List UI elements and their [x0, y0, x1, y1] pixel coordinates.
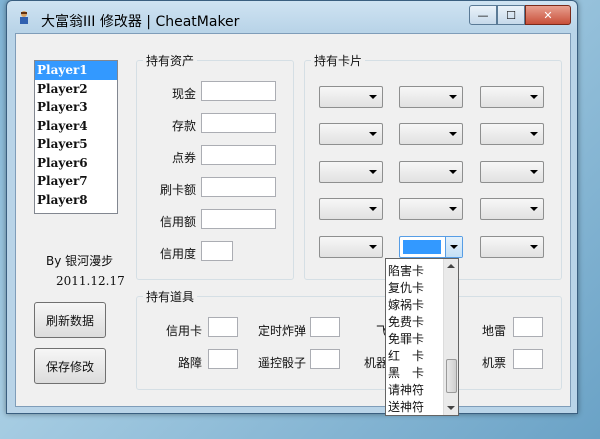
dropdown-arrow-icon	[450, 245, 458, 249]
card-combo-open[interactable]	[399, 236, 463, 258]
release-date: 2011.12.17	[56, 274, 125, 288]
window-title: 大富翁III 修改器 | CheatMaker	[41, 14, 240, 30]
dropdown-option[interactable]: 复仇卡	[388, 279, 424, 296]
time-bomb-input[interactable]	[310, 317, 340, 337]
dropdown-option[interactable]: 请神符	[388, 381, 424, 398]
card-combo[interactable]	[480, 123, 544, 145]
credit-card-label: 信用卡	[165, 324, 202, 338]
player-list[interactable]: Player1 Player2 Player3 Player4 Player5 …	[34, 60, 118, 214]
dropdown-arrow-icon	[449, 95, 457, 99]
card-combo[interactable]	[399, 198, 463, 220]
dropdown-arrow-icon	[369, 207, 377, 211]
card-combo[interactable]	[480, 86, 544, 108]
plane-ticket-input[interactable]	[513, 349, 543, 369]
plane-ticket-label: 机票	[481, 356, 506, 370]
card-spend-label: 刷卡额	[159, 183, 196, 197]
card-dropdown-list[interactable]: 陷害卡 复仇卡 嫁祸卡 免费卡 免罪卡 红 卡 黑 卡 请神符 送神符	[385, 258, 459, 416]
card-combo[interactable]	[399, 161, 463, 183]
landmine-input[interactable]	[513, 317, 543, 337]
dropdown-option[interactable]: 黑 卡	[388, 364, 424, 381]
minimize-button[interactable]: —	[469, 5, 497, 25]
player-item[interactable]: Player8	[35, 191, 117, 210]
credit-limit-label: 信用额	[159, 215, 196, 229]
remote-dice-input[interactable]	[310, 349, 340, 369]
dropdown-option[interactable]: 免罪卡	[388, 330, 424, 347]
main-window: 大富翁III 修改器 | CheatMaker — ☐ ✕ Player1 Pl…	[6, 0, 578, 414]
dropdown-arrow-icon	[369, 132, 377, 136]
deposit-input[interactable]	[201, 113, 276, 133]
roadblock-label: 路障	[177, 356, 202, 370]
cards-group-title: 持有卡片	[311, 52, 366, 69]
roadblock-input[interactable]	[208, 349, 238, 369]
time-bomb-label: 定时炸弹	[257, 324, 306, 338]
dropdown-arrow-icon	[530, 245, 538, 249]
player-item[interactable]: Player1	[35, 61, 117, 80]
dropdown-arrow-icon	[530, 207, 538, 211]
card-combo[interactable]	[319, 86, 383, 108]
credit-limit-input[interactable]	[201, 209, 276, 229]
dropdown-arrow-icon	[369, 170, 377, 174]
client-area: Player1 Player2 Player3 Player4 Player5 …	[15, 33, 571, 407]
close-button[interactable]: ✕	[525, 5, 571, 25]
save-button[interactable]: 保存修改	[34, 348, 106, 384]
card-combo[interactable]	[319, 236, 383, 258]
card-combo[interactable]	[319, 161, 383, 183]
player-item[interactable]: Player2	[35, 80, 117, 99]
title-bar[interactable]: 大富翁III 修改器 | CheatMaker — ☐ ✕	[7, 1, 577, 33]
card-combo[interactable]	[319, 198, 383, 220]
player-item[interactable]: Player6	[35, 154, 117, 173]
dropdown-option[interactable]: 免费卡	[388, 313, 424, 330]
player-item[interactable]: Player4	[35, 117, 117, 136]
dropdown-arrow-icon	[369, 95, 377, 99]
card-combo[interactable]	[480, 198, 544, 220]
dropdown-arrow-icon	[449, 170, 457, 174]
dropdown-arrow-icon	[369, 245, 377, 249]
dropdown-arrow-icon	[530, 170, 538, 174]
dropdown-arrow-icon	[530, 132, 538, 136]
credit-rating-input[interactable]	[201, 241, 233, 261]
cash-label: 现金	[171, 87, 196, 101]
dropdown-arrow-icon	[449, 132, 457, 136]
points-label: 点券	[171, 151, 196, 165]
scroll-down-icon[interactable]	[447, 406, 455, 410]
card-combo[interactable]	[319, 123, 383, 145]
app-icon	[20, 11, 28, 24]
items-group-title: 持有道具	[143, 288, 198, 305]
remote-dice-label: 遥控骰子	[257, 356, 306, 370]
card-combo[interactable]	[399, 86, 463, 108]
dropdown-arrow-icon	[530, 95, 538, 99]
refresh-button[interactable]: 刷新数据	[34, 302, 106, 338]
items-group: 持有道具	[136, 288, 562, 390]
player-item[interactable]: Player3	[35, 98, 117, 117]
dropdown-scrollbar[interactable]	[443, 259, 458, 415]
dropdown-option[interactable]: 嫁祸卡	[388, 296, 424, 313]
credit-card-input[interactable]	[208, 317, 238, 337]
points-input[interactable]	[201, 145, 276, 165]
scroll-up-icon[interactable]	[447, 264, 455, 268]
scroll-thumb[interactable]	[446, 359, 457, 393]
card-spend-input[interactable]	[201, 177, 276, 197]
dropdown-option[interactable]: 陷害卡	[388, 262, 424, 279]
card-combo[interactable]	[399, 123, 463, 145]
maximize-button[interactable]: ☐	[497, 5, 525, 25]
card-combo[interactable]	[480, 161, 544, 183]
credit-rating-label: 信用度	[159, 247, 196, 261]
card-combo[interactable]	[480, 236, 544, 258]
player-item[interactable]: Player5	[35, 135, 117, 154]
author-credit: By 银河漫步	[46, 254, 114, 268]
cash-input[interactable]	[201, 81, 276, 101]
deposit-label: 存款	[171, 119, 196, 133]
dropdown-option[interactable]: 送神符	[388, 398, 424, 415]
dropdown-arrow-icon	[449, 207, 457, 211]
dropdown-option[interactable]: 红 卡	[388, 347, 424, 364]
landmine-label: 地雷	[481, 324, 506, 338]
player-item[interactable]: Player7	[35, 172, 117, 191]
assets-group-title: 持有资产	[143, 52, 198, 69]
